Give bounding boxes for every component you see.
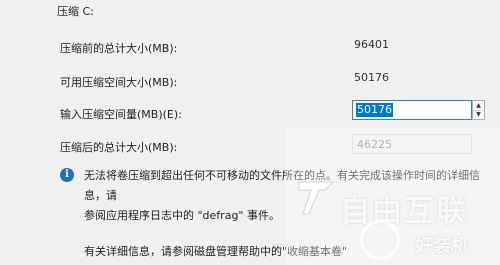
total-after-label: 压缩后的总计大小(MB): xyxy=(60,141,178,154)
shrink-amount-value: 50176 xyxy=(356,103,393,117)
shrink-amount-input[interactable]: 50176 xyxy=(352,100,472,120)
total-before-value: 96401 xyxy=(354,38,389,51)
available-space-label: 可用压缩空间大小(MB): xyxy=(60,76,178,89)
total-before-label: 压缩前的总计大小(MB): xyxy=(60,42,178,55)
dialog-title: 压缩 C: xyxy=(57,5,94,18)
available-space-value: 50176 xyxy=(354,71,389,84)
watermark-brand: 自由互联 xyxy=(340,194,468,229)
shrink-amount-label: 输入压缩空间量(MB)(E): xyxy=(60,108,182,121)
shrink-amount-spinner[interactable]: ▲ ▼ xyxy=(472,100,485,120)
arrow-down-icon[interactable]: ▼ xyxy=(473,110,484,119)
watermark-circle-icon xyxy=(360,220,400,260)
watermark-logo-icon xyxy=(298,181,335,215)
info-icon: i xyxy=(60,168,74,182)
watermark-sub: 好装机 xyxy=(415,236,469,257)
title-bar: 压缩 C: xyxy=(0,0,500,18)
